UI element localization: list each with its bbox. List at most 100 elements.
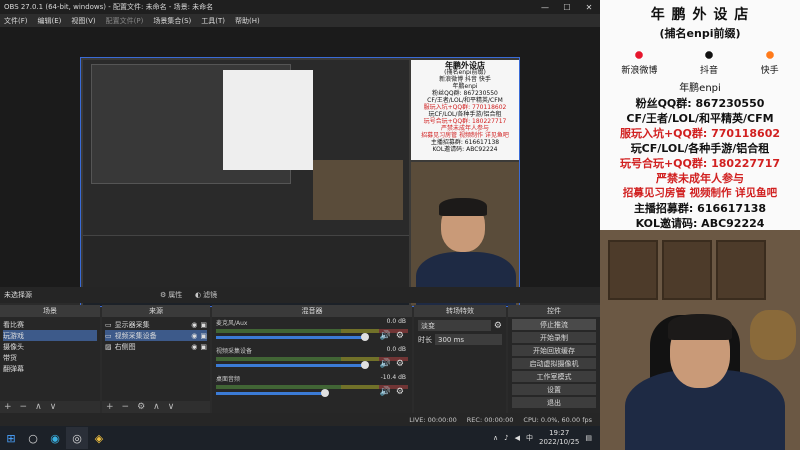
no-source-selected-label: 未选择源: [4, 291, 32, 299]
maximize-button[interactable]: ☐: [556, 0, 578, 14]
scene-item[interactable]: 翻弹幕: [3, 363, 97, 374]
tray-chevron-icon[interactable]: ∧: [493, 434, 498, 442]
nested-panel-line: 玩号合玩+QQ群: 180227717: [423, 118, 507, 125]
channel-name: 桌面音频: [216, 376, 241, 383]
nested-panel-line: CF/王者/LOL/和平精英/CFM: [427, 97, 503, 104]
nested-obs-capture: [83, 60, 409, 306]
lock-icon[interactable]: ▣: [200, 343, 207, 351]
notification-icon[interactable]: ▤: [585, 434, 592, 442]
properties-button[interactable]: ⚙ 属性: [160, 289, 182, 301]
menu-profile[interactable]: 配置文件(P): [106, 16, 144, 26]
clock[interactable]: 19:27 2022/10/25: [539, 429, 579, 447]
menu-file[interactable]: 文件(F): [4, 16, 28, 26]
exit-button[interactable]: 退出: [512, 397, 596, 408]
preview-area[interactable]: 年鹏外设店 (捕名enpi前缀) 新浪微博 抖音 快手 年鹏enpi 粉丝QQ群…: [0, 27, 600, 307]
move-up-button[interactable]: ∧: [35, 402, 42, 412]
add-scene-button[interactable]: +: [4, 402, 12, 412]
overlay-line: 粉丝QQ群: 867230550: [635, 97, 765, 110]
sources-dock: 来源 ▭ 显示器采集 ◉ ▣ ▭ 视频采集设备 ◉ ▣ ▨ 右侧图 ◉ ▣ + …: [102, 305, 210, 413]
scene-item-selected[interactable]: 玩游戏: [3, 330, 97, 341]
scene-item[interactable]: 摄像头: [3, 341, 97, 352]
source-item-selected[interactable]: ▭ 视频采集设备 ◉ ▣: [105, 330, 207, 341]
menu-help[interactable]: 帮助(H): [235, 16, 260, 26]
lock-icon[interactable]: ▣: [200, 321, 207, 329]
overlay-line: 主播招募群: 616617138: [633, 202, 767, 215]
menu-scene-collection[interactable]: 场景集合(S): [153, 16, 191, 26]
mixer-channel: 桌面音频 -10.4 dB 🔊 ⚙: [212, 373, 412, 401]
source-item[interactable]: ▨ 右侧图 ◉ ▣: [105, 341, 207, 352]
studio-mode-button[interactable]: 工作室模式: [512, 371, 596, 382]
search-icon[interactable]: ○: [22, 427, 44, 449]
duration-input[interactable]: 300 ms: [435, 334, 502, 345]
volume-slider[interactable]: [216, 361, 369, 369]
speaker-icon[interactable]: 🔊: [380, 331, 391, 341]
status-bar: LIVE: 00:00:00 REC: 00:00:00 CPU: 0.0%, …: [0, 413, 600, 426]
eye-icon[interactable]: ◉: [191, 321, 197, 329]
start-virtual-camera-button[interactable]: 启动虚拟摄像机: [512, 358, 596, 369]
title-bar: OBS 27.0.1 (64-bit, windows) - 配置文件: 未命名…: [0, 0, 600, 14]
app-icon[interactable]: ◈: [88, 427, 110, 449]
settings-button[interactable]: 设置: [512, 384, 596, 395]
menu-tools[interactable]: 工具(T): [201, 16, 225, 26]
channel-db: 0.0 dB: [386, 346, 406, 353]
scenes-list: 看比赛 玩游戏 摄像头 带货 翻弹幕: [0, 317, 100, 376]
background-cabinet: [662, 240, 712, 300]
scene-item[interactable]: 带货: [3, 352, 97, 363]
sources-footer: + − ⚙ ∧ ∨: [102, 401, 210, 413]
stop-streaming-button[interactable]: 停止推流: [512, 319, 596, 330]
edge-browser-icon[interactable]: ◉: [44, 427, 66, 449]
microphone-icon[interactable]: ♪: [504, 434, 508, 442]
menu-view[interactable]: 视图(V): [71, 16, 95, 26]
channel-name: 麦克风/Aux: [216, 320, 248, 327]
start-replay-buffer-button[interactable]: 开始回放缓存: [512, 345, 596, 356]
controls-dock: 控件 停止推流 开始录制 开始回放缓存 启动虚拟摄像机 工作室模式 设置 退出: [508, 305, 600, 413]
start-recording-button[interactable]: 开始录制: [512, 332, 596, 343]
scene-item[interactable]: 看比赛: [3, 319, 97, 330]
volume-icon[interactable]: ◀: [515, 434, 520, 442]
scenes-footer: + − ∧ ∨: [0, 401, 100, 413]
minimize-button[interactable]: —: [534, 0, 556, 14]
transition-select[interactable]: 淡变: [418, 320, 491, 331]
gear-icon[interactable]: ⚙: [396, 387, 404, 397]
lock-icon[interactable]: ▣: [200, 332, 207, 340]
background-cabinet: [716, 240, 766, 300]
taskbar: ⊞ ○ ◉ ◎ ◈ ∧ ♪ ◀ 中 19:27 2022/10/25 ▤: [0, 426, 600, 450]
channel-db: -10.4 dB: [380, 374, 406, 381]
douyin-link: 抖音: [700, 49, 718, 76]
mixer-channel: 视频采集设备 0.0 dB 🔊 ⚙: [212, 345, 412, 373]
move-up-button[interactable]: ∧: [153, 402, 160, 412]
volume-slider[interactable]: [216, 333, 369, 341]
speaker-icon[interactable]: 🔊: [380, 387, 391, 397]
source-label: 右侧图: [114, 342, 136, 351]
nested-panel-line: 服玩入坑+QQ群: 770118602: [423, 104, 507, 111]
ime-language[interactable]: 中: [526, 433, 533, 443]
mixer-dock: 混音器 麦克风/Aux 0.0 dB 🔊 ⚙ 视频采集设备 0.0 dB 🔊 ⚙ 桌…: [212, 305, 412, 413]
gear-icon[interactable]: ⚙: [494, 321, 502, 331]
overlay-handle: 年鹏enpi: [679, 83, 721, 94]
gear-icon[interactable]: ⚙: [396, 359, 404, 369]
speaker-icon[interactable]: 🔊: [380, 359, 391, 369]
obs-app-icon[interactable]: ◎: [66, 427, 88, 449]
close-button[interactable]: ✕: [578, 0, 600, 14]
gear-icon[interactable]: ⚙: [137, 402, 145, 412]
nested-panel-line: 粉丝QQ群: 867230550: [432, 90, 498, 97]
move-down-button[interactable]: ∨: [50, 402, 57, 412]
dock-row: 场景 看比赛 玩游戏 摄像头 带货 翻弹幕 + − ∧ ∨ 来源 ▭ 显示器采集: [0, 305, 600, 413]
scenes-dock: 场景 看比赛 玩游戏 摄像头 带货 翻弹幕 + − ∧ ∨: [0, 305, 100, 413]
remove-scene-button[interactable]: −: [20, 402, 28, 412]
filters-button[interactable]: ◐ 滤镜: [195, 289, 217, 301]
windows-start-icon[interactable]: ⊞: [0, 427, 22, 449]
add-source-button[interactable]: +: [106, 402, 114, 412]
preview-canvas[interactable]: 年鹏外设店 (捕名enpi前缀) 新浪微博 抖音 快手 年鹏enpi 粉丝QQ群…: [80, 57, 520, 307]
remove-source-button[interactable]: −: [122, 402, 130, 412]
mixer-channel: 麦克风/Aux 0.0 dB 🔊 ⚙: [212, 317, 412, 345]
menu-edit[interactable]: 编辑(E): [38, 16, 62, 26]
clock-date: 2022/10/25: [539, 438, 580, 446]
source-item[interactable]: ▭ 显示器采集 ◉ ▣: [105, 319, 207, 330]
eye-icon[interactable]: ◉: [191, 332, 197, 340]
duration-label: 时长: [418, 335, 432, 344]
gear-icon[interactable]: ⚙: [396, 331, 404, 341]
eye-icon[interactable]: ◉: [191, 343, 197, 351]
volume-slider[interactable]: [216, 389, 329, 397]
move-down-button[interactable]: ∨: [168, 402, 175, 412]
